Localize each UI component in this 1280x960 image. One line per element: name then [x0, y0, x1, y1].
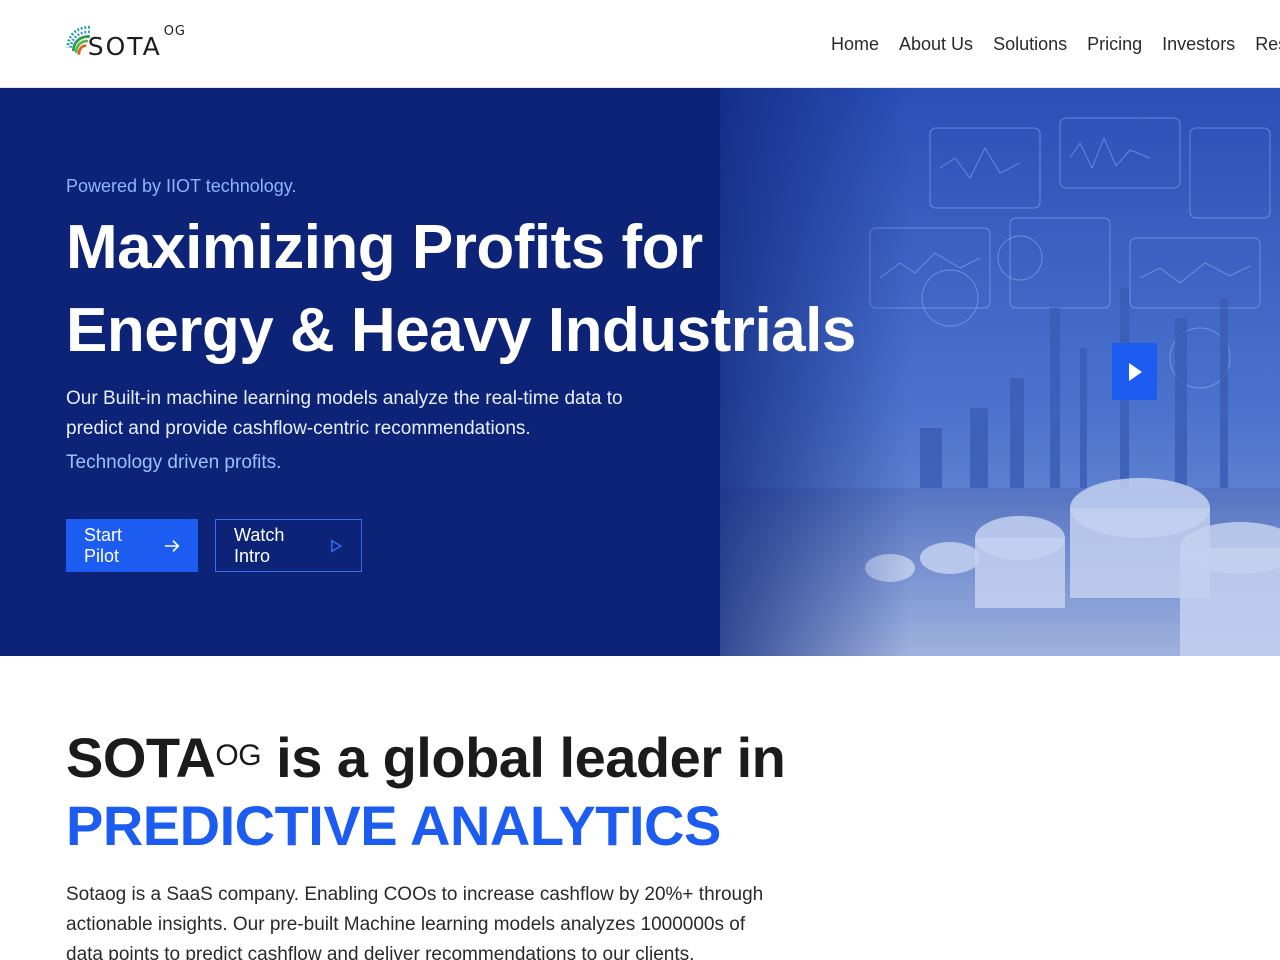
hero-section: Powered by IIOT technology. Maximizing P… [0, 88, 1280, 656]
leader-heading: SOTAOG is a global leader in [66, 725, 786, 791]
nav-item-investors[interactable]: Investors [1162, 34, 1235, 55]
site-header: SOTA OG Home About Us Solutions Pricing … [0, 0, 1280, 88]
nav-item-pricing[interactable]: Pricing [1087, 34, 1142, 55]
watch-intro-label: Watch Intro [234, 524, 285, 566]
nav-item-home[interactable]: Home [831, 34, 879, 55]
video-play-button[interactable] [1112, 343, 1157, 400]
start-pilot-button[interactable]: Start Pilot [66, 519, 198, 572]
leader-brand-sup: OG [215, 739, 262, 772]
hero-title: Maximizing Profits for Energy & Heavy In… [66, 206, 856, 372]
play-outline-icon [331, 538, 343, 553]
nav-item-about-us[interactable]: About Us [899, 34, 973, 55]
main-nav: Home About Us Solutions Pricing Investor… [831, 0, 1280, 88]
leader-heading-rest: is a global leader in [261, 726, 786, 789]
hero-eyebrow: Powered by IIOT technology. [66, 176, 297, 196]
hero-description: Our Built-in machine learning models ana… [66, 388, 623, 439]
hero-tagline: Technology driven profits. [66, 452, 282, 473]
brand-superscript: OG [163, 23, 186, 39]
hero-title-line-2: Energy & Heavy Industrials [66, 296, 856, 365]
hero-fade-overlay [650, 88, 910, 656]
leader-accent-heading: PREDICTIVE ANALYTICS [66, 794, 721, 857]
brand-logo[interactable]: SOTA OG [66, 16, 186, 66]
watch-intro-button[interactable]: Watch Intro [215, 519, 362, 572]
nav-item-resources[interactable]: Resour [1255, 34, 1280, 55]
nav-item-solutions[interactable]: Solutions [993, 34, 1067, 55]
brand-name: SOTA [87, 31, 162, 61]
hero-title-line-1: Maximizing Profits for [66, 213, 703, 282]
play-icon [1128, 362, 1142, 381]
start-pilot-label: Start Pilot [84, 524, 123, 566]
arrow-right-icon [164, 539, 180, 552]
about-paragraph: Sotaog is a SaaS company. Enabling COOs … [66, 884, 764, 960]
leader-brand: SOTA [66, 726, 216, 789]
